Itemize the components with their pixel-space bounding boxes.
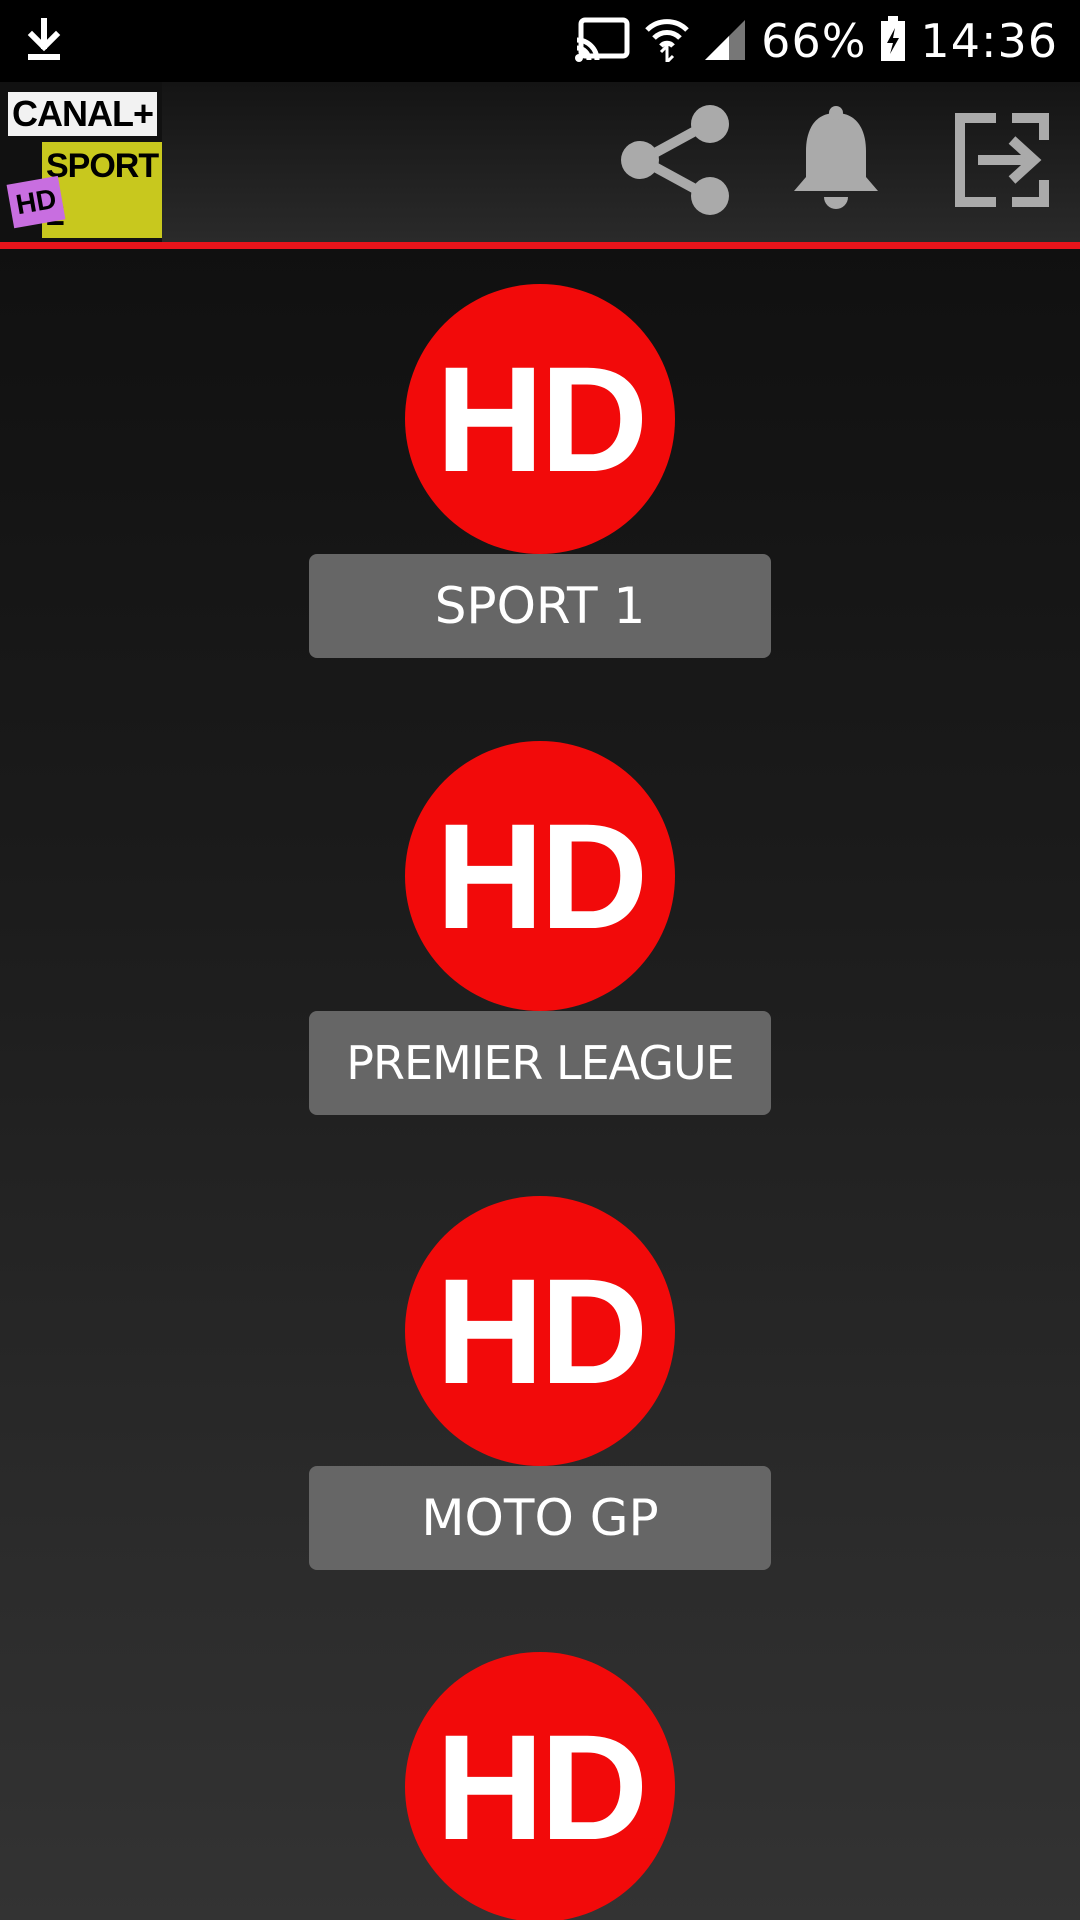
cast-icon (575, 16, 631, 66)
channel-item: HD (0, 1617, 1080, 1920)
signal-icon (703, 18, 747, 64)
channel-button-sport-1[interactable]: SPORT 1 (309, 554, 771, 658)
hd-badge-text: HD (435, 791, 649, 960)
channel-item: HD SPORT 1 (0, 249, 1080, 658)
hd-badge-text: HD (435, 1246, 649, 1415)
logo-canal-text: CANAL+ (8, 92, 158, 136)
clock: 14:36 (920, 14, 1058, 68)
channel-item: HD PREMIER LEAGUE (0, 706, 1080, 1115)
share-icon (618, 102, 734, 222)
exit-icon (952, 110, 1052, 214)
hd-badge-text: HD (435, 1702, 649, 1871)
battery-percentage: 66% (761, 14, 867, 68)
share-button[interactable] (614, 100, 738, 224)
status-icons: 66% 14:36 (575, 0, 1058, 82)
channel-item: HD MOTO GP (0, 1161, 1080, 1570)
app-bar (0, 82, 1080, 242)
download-icon (24, 17, 64, 66)
channel-hd-badge[interactable]: HD (405, 1652, 675, 1920)
screen: 66% 14:36 CANAL+ SPORT 2 HD (0, 0, 1080, 1920)
hd-badge-text: HD (435, 334, 649, 503)
channel-hd-badge[interactable]: HD (405, 1196, 675, 1466)
battery-charging-icon (880, 16, 906, 66)
channel-button-moto-gp[interactable]: MOTO GP (309, 1466, 771, 1570)
app-bar-accent-line (0, 242, 1080, 249)
channel-button-premier-league[interactable]: PREMIER LEAGUE (309, 1011, 771, 1115)
channel-hd-badge[interactable]: HD (405, 284, 675, 554)
app-logo: CANAL+ SPORT 2 HD (0, 82, 162, 242)
channel-list: HD SPORT 1 HD PREMIER LEAGUE HD MOTO GP … (0, 249, 1080, 1920)
notifications-button[interactable] (774, 100, 898, 224)
wifi-icon (645, 16, 689, 66)
channel-hd-badge[interactable]: HD (405, 741, 675, 1011)
bell-icon (786, 105, 886, 219)
logo-hd-text: HD (6, 175, 66, 229)
exit-button[interactable] (940, 100, 1064, 224)
status-bar: 66% 14:36 (0, 0, 1080, 82)
